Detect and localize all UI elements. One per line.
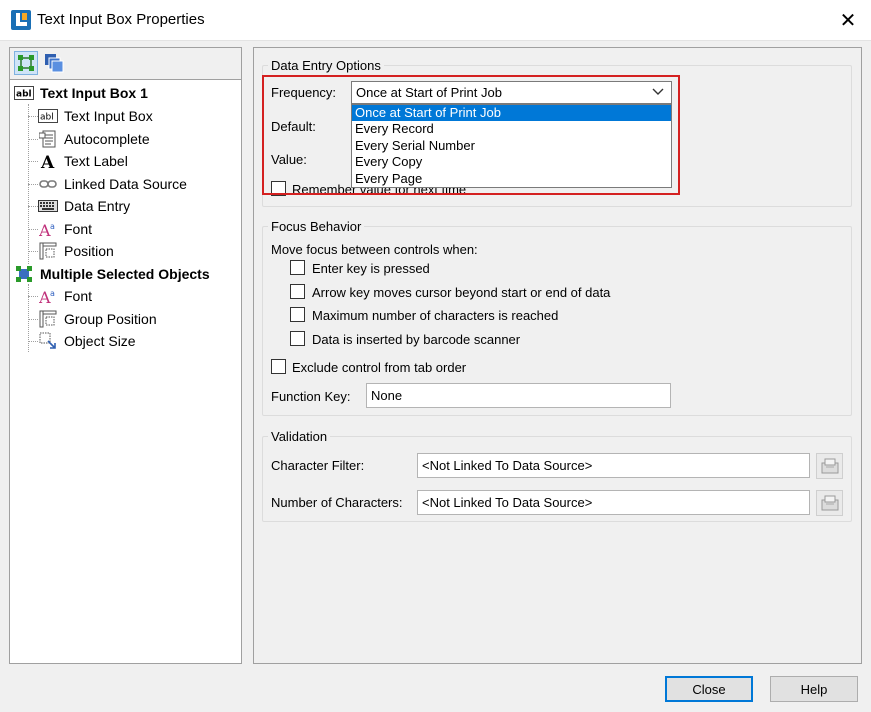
svg-text:a: a <box>50 222 55 231</box>
tree-item-text-input-box[interactable]: abl Text Input Box <box>38 105 153 127</box>
validation-title: Validation <box>268 429 331 444</box>
data-entry-options-title: Data Entry Options <box>268 58 384 73</box>
data-source-icon <box>821 458 838 474</box>
close-button[interactable]: Close <box>665 676 753 702</box>
function-key-label: Function Key: <box>271 389 351 404</box>
font-icon: Aa <box>38 287 58 305</box>
keyboard-icon <box>38 197 58 215</box>
tree-item-multi-font[interactable]: Aa Font <box>38 285 92 307</box>
tree-item-label: Group Position <box>64 311 157 327</box>
tree-item-multiple-selected-objects[interactable]: Multiple Selected Objects <box>14 263 210 285</box>
function-key-input[interactable]: None <box>366 383 671 408</box>
tree-item-label: Multiple Selected Objects <box>40 266 210 282</box>
tree-item-label: Position <box>64 243 114 259</box>
svg-text:a: a <box>50 289 55 298</box>
tree-item-label: Linked Data Source <box>64 176 187 192</box>
tree-item-label: Text Label <box>64 153 128 169</box>
app-logo-icon <box>11 10 31 30</box>
multi-select-icon <box>14 265 34 283</box>
autocomplete-icon <box>38 130 58 148</box>
tree-item-label: Text Input Box <box>64 108 153 124</box>
tree-item-label: Text Input Box 1 <box>40 85 148 101</box>
enter-key-label: Enter key is pressed <box>312 261 430 276</box>
barcode-scanner-checkbox[interactable] <box>290 331 305 346</box>
text-label-icon: A <box>38 152 58 170</box>
multiple-objects-view-button[interactable] <box>42 51 66 75</box>
barcode-scanner-label: Data is inserted by barcode scanner <box>312 332 521 347</box>
stacked-objects-icon <box>45 54 64 73</box>
position-icon <box>38 310 58 328</box>
arrow-key-label: Arrow key moves cursor beyond start or e… <box>312 285 611 300</box>
tree-item-group-position[interactable]: Group Position <box>38 308 157 330</box>
exclude-tab-order-label: Exclude control from tab order <box>292 360 467 375</box>
number-of-characters-label: Number of Characters: <box>271 495 403 510</box>
window-title: Text Input Box Properties <box>37 11 205 28</box>
tree-item-autocomplete[interactable]: Autocomplete <box>38 128 150 150</box>
tree-item-linked-data-source[interactable]: Linked Data Source <box>38 173 187 195</box>
tree-item-position[interactable]: Position <box>38 240 114 262</box>
select-object-icon <box>18 55 34 71</box>
arrow-key-checkbox[interactable] <box>290 284 305 299</box>
number-of-characters-browse-button[interactable] <box>816 490 843 516</box>
enter-key-checkbox[interactable] <box>290 260 305 275</box>
title-divider <box>0 40 871 41</box>
max-chars-label: Maximum number of characters is reached <box>312 308 559 323</box>
tree-item-text-label[interactable]: A Text Label <box>38 150 128 172</box>
svg-text:abl: abl <box>16 90 32 100</box>
tree-item-label: Data Entry <box>64 198 131 214</box>
svg-text:abl: abl <box>40 113 54 123</box>
tree-item-label: Object Size <box>64 333 136 349</box>
number-of-characters-input[interactable]: <Not Linked To Data Source> <box>417 490 810 515</box>
font-icon: Aa <box>38 220 58 238</box>
tree-item-label: Font <box>64 221 93 237</box>
position-icon <box>38 242 58 260</box>
property-tree: abl Text Input Box 1 abl Text Input Box … <box>9 80 242 664</box>
textbox-icon: abl <box>38 107 58 125</box>
tree-item-font[interactable]: Aa Font <box>38 218 92 240</box>
object-size-icon <box>38 332 58 350</box>
focus-behavior-title: Focus Behavior <box>268 219 365 234</box>
character-filter-browse-button[interactable] <box>816 453 843 479</box>
exclude-tab-order-checkbox[interactable] <box>271 359 286 374</box>
single-object-view-button[interactable] <box>14 51 38 75</box>
tree-item-label: Font <box>64 288 93 304</box>
max-chars-checkbox[interactable] <box>290 307 305 322</box>
textbox-icon: abl <box>14 84 34 102</box>
tree-item-text-input-box-1[interactable]: abl Text Input Box 1 <box>14 82 148 104</box>
data-source-icon <box>821 495 838 511</box>
help-button[interactable]: Help <box>770 676 858 702</box>
tree-item-label: Autocomplete <box>64 131 150 147</box>
annotation-highlight-box <box>262 75 680 195</box>
link-icon <box>38 175 58 193</box>
character-filter-input[interactable]: <Not Linked To Data Source> <box>417 453 810 478</box>
move-focus-label: Move focus between controls when: <box>271 242 478 257</box>
tree-item-data-entry[interactable]: Data Entry <box>38 195 130 217</box>
character-filter-label: Character Filter: <box>271 458 365 473</box>
close-window-button[interactable]: ✕ <box>825 0 871 40</box>
svg-text:A: A <box>40 153 55 170</box>
title-bar: Text Input Box Properties ✕ <box>0 0 871 40</box>
tree-item-object-size[interactable]: Object Size <box>38 330 136 352</box>
tree-toolbar <box>9 47 242 80</box>
